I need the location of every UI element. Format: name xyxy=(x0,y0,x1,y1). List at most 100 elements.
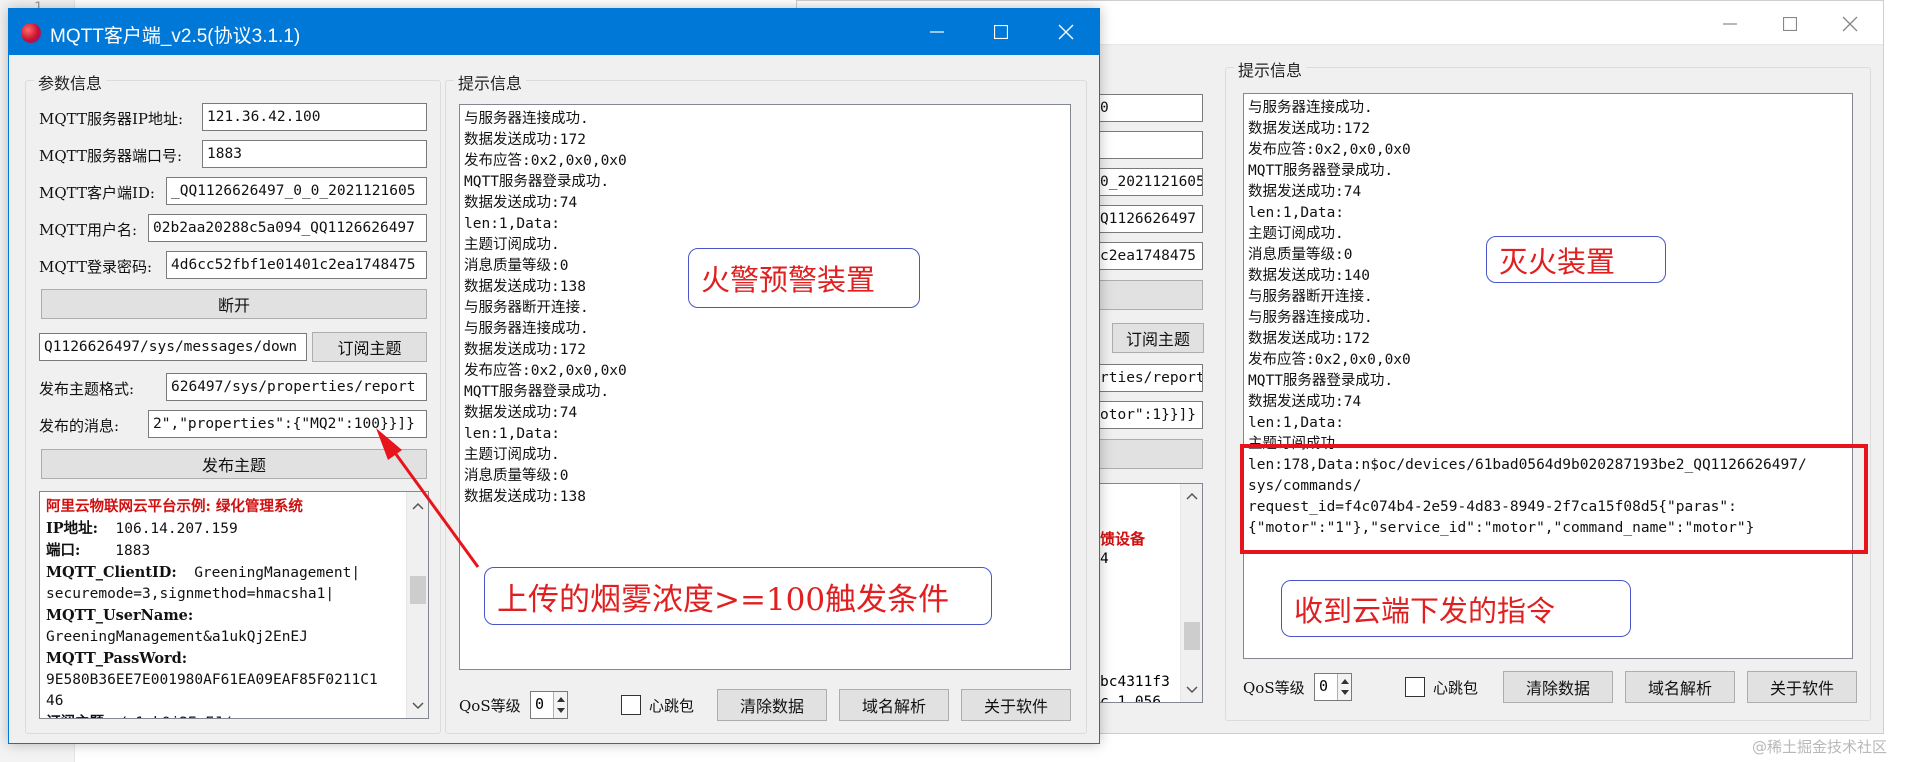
annotation-cloud-command: 收到云端下发的指令 xyxy=(1281,580,1631,637)
info-partial-line: bc4311f3 xyxy=(1100,674,1170,690)
client-id-input[interactable]: _QQ1126626497_0_0_2021121605 xyxy=(166,177,427,205)
annotation-trigger-condition: 上传的烟雾浓度>=100触发条件 xyxy=(484,567,992,625)
info-value: 9E580B36EE7E001980AF61EA09EAF85F0211C1 xyxy=(46,672,378,688)
log-line: MQTT服务器登录成功. xyxy=(464,174,610,190)
close-button[interactable] xyxy=(1034,9,1098,55)
info-line: 端口: 1883 xyxy=(46,540,402,562)
minimize-button[interactable] xyxy=(1698,1,1762,47)
publish-message-input[interactable]: 2","properties":{"MQ2":100}}]} xyxy=(148,410,427,438)
desktop: 1 0 0_2021121605 Q1126626497 c2ea1748475… xyxy=(0,0,1920,762)
client-id-label: MQTT客户端ID: xyxy=(39,184,155,202)
heartbeat-checkbox[interactable] xyxy=(1405,677,1425,697)
log-line: 数据发送成功:74 xyxy=(1248,394,1362,410)
log-line: 发布应答:0x2,0x0,0x0 xyxy=(464,153,627,169)
server-port-field-partial[interactable] xyxy=(1095,131,1203,159)
password-input[interactable]: 4d6cc52fbf1e01401c2ea1748475 xyxy=(166,251,427,279)
heartbeat-label: 心跳包 xyxy=(649,697,695,715)
heartbeat-checkbox[interactable] xyxy=(621,695,641,715)
log-line: len:1,Data: xyxy=(464,426,561,442)
info-value: GreeningManagement&a1ukQj2EnEJ xyxy=(46,629,308,645)
subscribe-button[interactable]: 订阅主题 xyxy=(1112,323,1204,353)
server-ip-label: MQTT服务器IP地址: xyxy=(39,110,184,128)
publish-button-partial[interactable] xyxy=(1095,439,1203,469)
info-value: securemode=3,signmethod=hmacsha1| xyxy=(46,586,335,602)
close-button[interactable] xyxy=(1818,1,1882,47)
info-partial-line: 4 xyxy=(1100,551,1109,567)
info-key: 订阅主题: xyxy=(46,714,109,718)
info-key: 端口: xyxy=(46,542,81,559)
info-line: 订阅主题: /a1ukQj2EnEJ/ xyxy=(46,712,402,718)
window-titlebar-active: MQTT客户端_v2.5(协议3.1.1) xyxy=(9,9,1099,55)
qos-spinner[interactable]: 0 xyxy=(1314,673,1352,701)
log-line: len:1,Data: xyxy=(464,216,561,232)
server-ip-input[interactable]: 121.36.42.100 xyxy=(202,103,427,131)
log-line: len:1,Data: xyxy=(1248,415,1345,431)
spinner-arrows-icon xyxy=(557,697,565,713)
subscribe-topic-input[interactable]: Q1126626497/sys/messages/down xyxy=(39,333,307,361)
close-icon xyxy=(1842,16,1858,32)
heartbeat-label: 心跳包 xyxy=(1433,679,1479,697)
log-lines: 与服务器连接成功. 数据发送成功:172 发布应答:0x2,0x0,0x0 MQTT服… xyxy=(464,109,1066,508)
qos-label: QoS等级 xyxy=(1243,679,1305,697)
scroll-up-icon[interactable] xyxy=(1181,486,1202,506)
scrollbar-thumb[interactable] xyxy=(1184,622,1200,650)
server-port-input[interactable]: 1883 xyxy=(202,140,427,168)
disconnect-button-partial[interactable] xyxy=(1095,280,1203,310)
info-scrollbar[interactable] xyxy=(1180,484,1202,702)
scroll-up-icon[interactable] xyxy=(407,496,428,516)
app-icon xyxy=(21,23,41,43)
info-value: GreeningManagement| xyxy=(176,565,361,581)
spinner-buttons[interactable] xyxy=(553,692,567,718)
publish-button[interactable]: 发布主题 xyxy=(41,449,427,479)
clear-data-button[interactable]: 清除数据 xyxy=(717,689,827,721)
log-textarea[interactable]: 与服务器连接成功. 数据发送成功:172 发布应答:0x2,0x0,0x0 MQTT服… xyxy=(1243,93,1853,659)
window-title: MQTT客户端_v2.5(协议3.1.1) xyxy=(50,26,301,47)
username-input[interactable]: 02b2aa20288c5a094_QQ1126626497 xyxy=(148,214,427,242)
log-line: 主题订阅成功. xyxy=(464,447,560,463)
about-button[interactable]: 关于软件 xyxy=(961,689,1071,721)
subscribe-button[interactable]: 订阅主题 xyxy=(312,332,427,362)
maximize-button[interactable] xyxy=(1758,1,1822,47)
info-line: securemode=3,signmethod=hmacsha1| xyxy=(46,584,402,605)
info-key: MQTT_ClientID: xyxy=(46,564,177,581)
minimize-icon xyxy=(930,31,944,33)
info-partial-line: 馈设备 xyxy=(1100,530,1146,548)
log-line: 数据发送成功:74 xyxy=(1248,184,1362,200)
info-value: 106.14.207.159 xyxy=(98,521,238,537)
username-field-partial[interactable]: Q1126626497 xyxy=(1095,205,1203,233)
client-id-field-partial[interactable]: 0_2021121605 xyxy=(1095,168,1203,196)
minimize-button[interactable] xyxy=(905,9,969,55)
log-line: MQTT服务器登录成功. xyxy=(1248,163,1394,179)
server-info-panel: 阿里云物联网云平台示例: 绿化管理系统 IP地址: 106.14.207.159 端… xyxy=(39,491,429,719)
spinner-buttons[interactable] xyxy=(1337,674,1351,700)
scroll-down-icon[interactable] xyxy=(1181,680,1202,700)
close-icon xyxy=(1058,24,1074,40)
info-scrollbar[interactable] xyxy=(406,492,428,718)
scroll-down-icon[interactable] xyxy=(407,696,428,716)
qos-value: 0 xyxy=(535,695,545,713)
server-ip-field-partial[interactable]: 0 xyxy=(1095,94,1203,122)
password-label: MQTT登录密码: xyxy=(39,258,152,276)
scrollbar-thumb[interactable] xyxy=(410,576,426,604)
maximize-icon xyxy=(1783,17,1797,31)
info-line: MQTT_ClientID: GreeningManagement| xyxy=(46,562,402,584)
publish-format-input[interactable]: 626497/sys/properties/report xyxy=(166,373,427,401)
publish-format-label: 发布主题格式: xyxy=(39,380,135,398)
password-field-partial[interactable]: c2ea1748475 xyxy=(1095,242,1203,270)
log-line: 数据发送成功:172 xyxy=(1248,121,1370,137)
highlight-box-command xyxy=(1240,444,1868,554)
publish-format-field-partial[interactable]: rties/report xyxy=(1095,364,1203,392)
about-button[interactable]: 关于软件 xyxy=(1747,671,1857,703)
dns-resolve-button[interactable]: 域名解析 xyxy=(839,689,949,721)
disconnect-button[interactable]: 断开 xyxy=(41,289,427,319)
log-line: 发布应答:0x2,0x0,0x0 xyxy=(1248,142,1411,158)
qos-spinner[interactable]: 0 xyxy=(530,691,568,719)
dns-resolve-button[interactable]: 域名解析 xyxy=(1625,671,1735,703)
info-line: GreeningManagement&a1ukQj2EnEJ xyxy=(46,627,402,648)
info-line: MQTT_PassWord: xyxy=(46,648,402,670)
maximize-button[interactable] xyxy=(969,9,1033,55)
publish-message-field-partial[interactable]: otor":1}}]} xyxy=(1095,401,1203,429)
publish-message-label: 发布的消息: xyxy=(39,417,120,435)
clear-data-button[interactable]: 清除数据 xyxy=(1503,671,1613,703)
info-partial-line: c.1.056 xyxy=(1100,694,1162,703)
